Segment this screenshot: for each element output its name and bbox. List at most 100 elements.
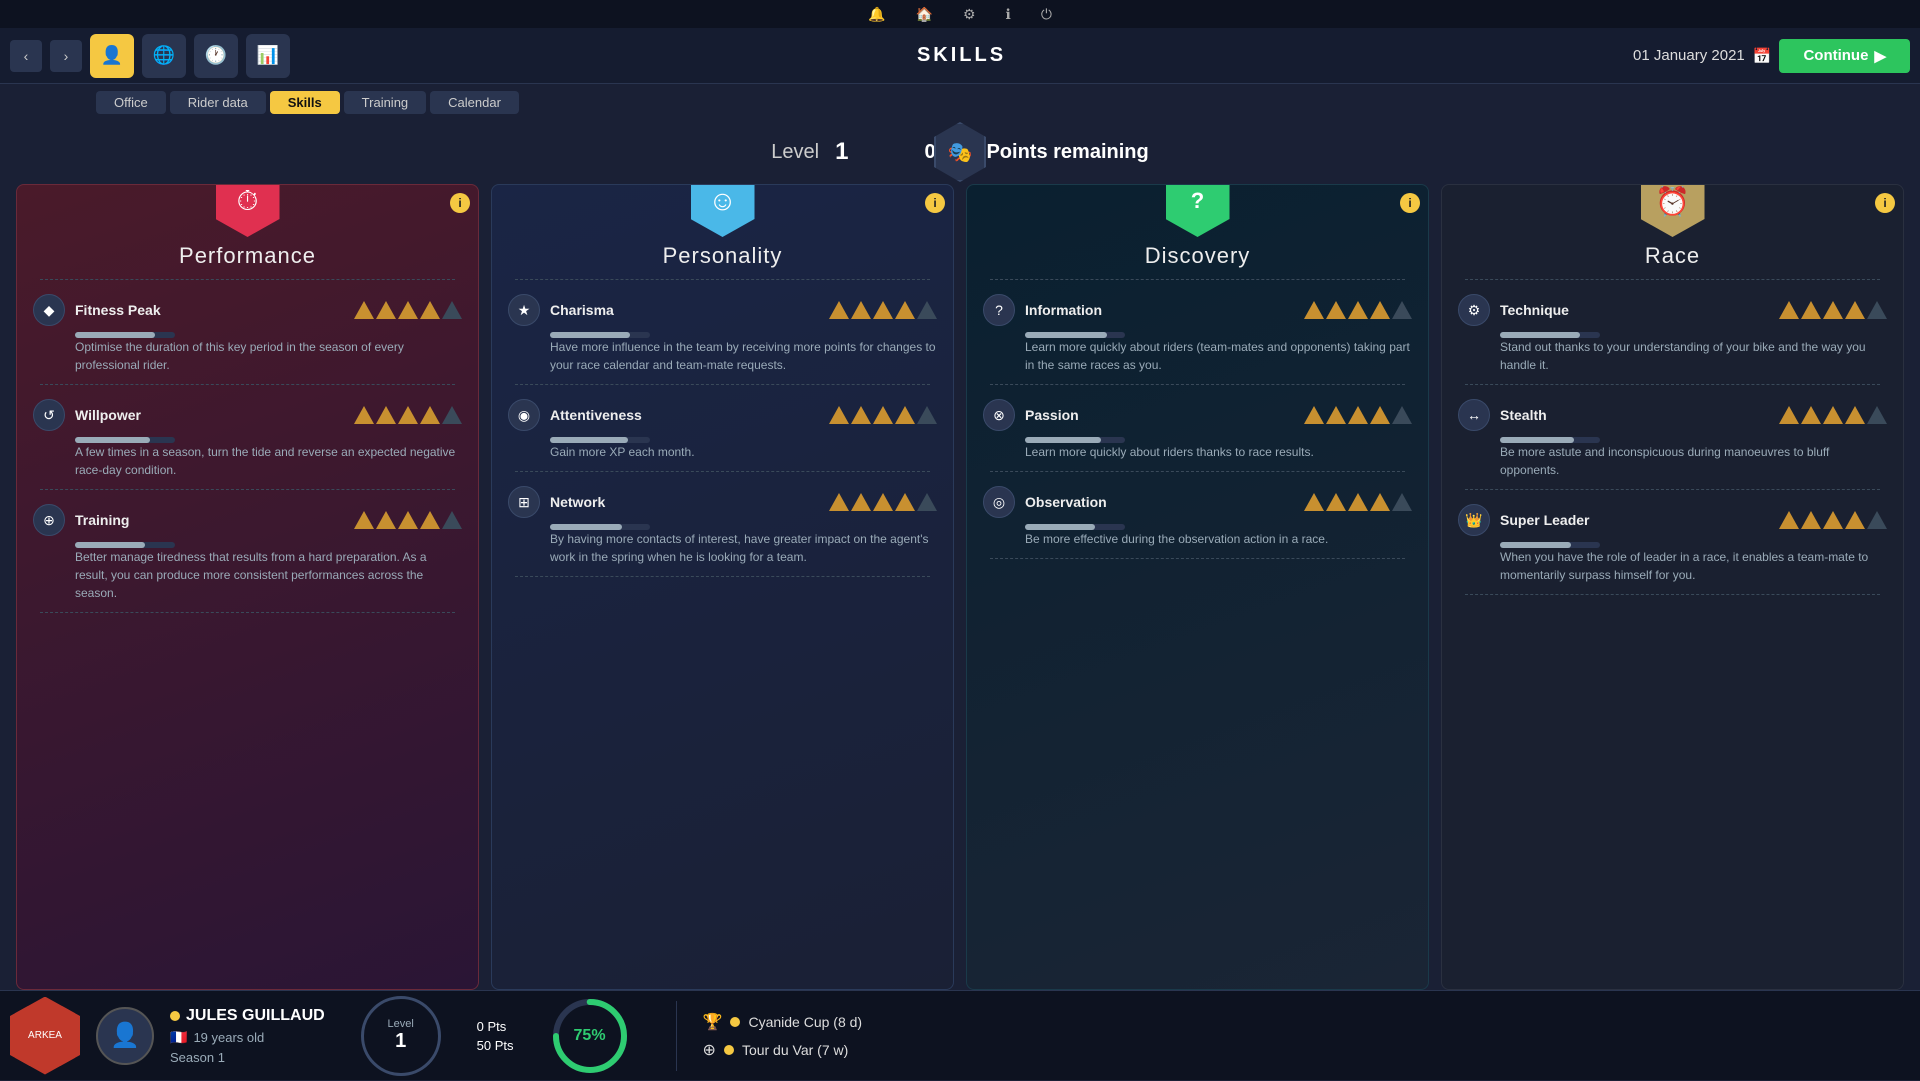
gear-icon[interactable]: ⚙	[963, 6, 976, 23]
info-icon[interactable]: ℹ	[1006, 6, 1011, 23]
player-avatar: 👤	[96, 1007, 154, 1065]
card-race-header: ⏰ Race i	[1442, 185, 1903, 279]
race-row-2: ⊕ Tour du Var (7 w)	[703, 1040, 863, 1060]
globe-nav-icon[interactable]: 🌐	[142, 34, 186, 78]
back-button[interactable]: ‹	[10, 40, 42, 72]
skill-header: ↔ Stealth	[1458, 399, 1887, 431]
skill-header: 👑 Super Leader	[1458, 504, 1887, 536]
observation-stars	[1304, 493, 1412, 511]
power-icon[interactable]: ⏻	[1041, 6, 1052, 23]
network-stars	[829, 493, 937, 511]
skill-super-leader: 👑 Super Leader When you have the role of…	[1442, 498, 1903, 594]
bell-icon[interactable]: 🔔	[868, 6, 885, 23]
super-leader-bar	[1500, 542, 1600, 548]
page-title: SKILLS	[298, 44, 1625, 67]
network-name: Network	[550, 494, 819, 510]
continue-button[interactable]: Continue ▶	[1779, 39, 1910, 73]
calendar-icon[interactable]: 📅	[1753, 47, 1772, 65]
divider	[515, 576, 930, 577]
tab-office[interactable]: Office	[96, 91, 166, 114]
skill-fitness-peak: ◆ Fitness Peak Optimise the duration of …	[17, 288, 478, 384]
performance-hex-icon: ⏱	[216, 184, 280, 237]
skill-header: ⚙ Technique	[1458, 294, 1887, 326]
super-leader-icon: 👑	[1458, 504, 1490, 536]
information-stars	[1304, 301, 1412, 319]
player-hex-bg: ARKEA	[10, 997, 80, 1075]
bottom-bar: ARKEA 👤 JULES GUILLAUD 🇫🇷 19 years old S…	[0, 990, 1920, 1080]
fitness-peak-desc: Optimise the duration of this key period…	[75, 338, 462, 374]
skill-header: ⊕ Training	[33, 504, 462, 536]
willpower-bar	[75, 437, 175, 443]
level-bar: Level 1 🎭 0 Skill Points remaining	[0, 120, 1920, 184]
attentiveness-stars	[829, 406, 937, 424]
player-name: JULES GUILLAUD	[186, 1007, 325, 1025]
information-icon: ?	[983, 294, 1015, 326]
divider	[1465, 384, 1880, 385]
race-dot-1	[730, 1017, 740, 1027]
skill-technique: ⚙ Technique Stand out thanks to your und…	[1442, 288, 1903, 384]
race-hex-icon: ⏰	[1641, 184, 1705, 237]
observation-name: Observation	[1025, 494, 1294, 510]
chart-nav-icon[interactable]: 📊	[246, 34, 290, 78]
technique-name: Technique	[1500, 302, 1769, 318]
personality-info-badge[interactable]: i	[925, 193, 945, 213]
technique-icon: ⚙	[1458, 294, 1490, 326]
passion-stars	[1304, 406, 1412, 424]
stealth-desc: Be more astute and inconspicuous during …	[1500, 443, 1887, 479]
race-dot-2	[724, 1045, 734, 1055]
card-performance: ⏱ Performance i ◆ Fitness Peak Optimise	[16, 184, 479, 990]
home-icon[interactable]: 🏠	[916, 6, 933, 23]
information-desc: Learn more quickly about riders (team-ma…	[1025, 338, 1412, 374]
stealth-stars	[1779, 406, 1887, 424]
divider	[515, 384, 930, 385]
training-bar	[75, 542, 175, 548]
player-level-circle: Level 1	[361, 996, 441, 1076]
card-discovery: ? Discovery i ? Information Learn more q	[966, 184, 1429, 990]
race-title: Race	[1645, 243, 1700, 269]
passion-name: Passion	[1025, 407, 1294, 423]
tab-skills[interactable]: Skills	[270, 91, 340, 114]
race-label-1: Cyanide Cup (8 d)	[748, 1014, 862, 1030]
divider	[1465, 594, 1880, 595]
super-leader-name: Super Leader	[1500, 512, 1769, 528]
skill-header: ⊗ Passion	[983, 399, 1412, 431]
discovery-info-badge[interactable]: i	[1400, 193, 1420, 213]
tab-rider-data[interactable]: Rider data	[170, 91, 266, 114]
divider	[990, 471, 1405, 472]
skill-willpower: ↺ Willpower A few times in a season, tur…	[17, 393, 478, 489]
tab-training[interactable]: Training	[344, 91, 426, 114]
super-leader-stars	[1779, 511, 1887, 529]
willpower-stars	[354, 406, 462, 424]
race-info-badge[interactable]: i	[1875, 193, 1895, 213]
rider-nav-icon[interactable]: 👤	[90, 34, 134, 78]
personality-title: Personality	[663, 243, 783, 269]
level-number: 1	[835, 138, 848, 166]
divider	[990, 384, 1405, 385]
performance-title: Performance	[179, 243, 316, 269]
attentiveness-bar	[550, 437, 650, 443]
player-age: 19 years old	[193, 1030, 264, 1045]
information-name: Information	[1025, 302, 1294, 318]
charisma-desc: Have more influence in the team by recei…	[550, 338, 937, 374]
divider	[990, 279, 1405, 280]
clock-nav-icon[interactable]: 🕐	[194, 34, 238, 78]
stealth-bar	[1500, 437, 1600, 443]
passion-icon: ⊗	[983, 399, 1015, 431]
charisma-icon: ★	[508, 294, 540, 326]
forward-button[interactable]: ›	[50, 40, 82, 72]
divider	[40, 279, 455, 280]
skill-header: ◆ Fitness Peak	[33, 294, 462, 326]
observation-desc: Be more effective during the observation…	[1025, 530, 1412, 548]
pts-current-row: 0 Pts	[477, 1019, 514, 1034]
performance-info-badge[interactable]: i	[450, 193, 470, 213]
player-info: JULES GUILLAUD 🇫🇷 19 years old Season 1	[170, 1007, 325, 1065]
pts-max-row: 50 Pts	[477, 1038, 514, 1053]
fitness-peak-name: Fitness Peak	[75, 302, 344, 318]
network-desc: By having more contacts of interest, hav…	[550, 530, 937, 566]
tab-calendar[interactable]: Calendar	[430, 91, 519, 114]
divider	[515, 471, 930, 472]
super-leader-desc: When you have the role of leader in a ra…	[1500, 548, 1887, 584]
training-desc: Better manage tiredness that results fro…	[75, 548, 462, 602]
information-bar	[1025, 332, 1125, 338]
technique-bar	[1500, 332, 1600, 338]
